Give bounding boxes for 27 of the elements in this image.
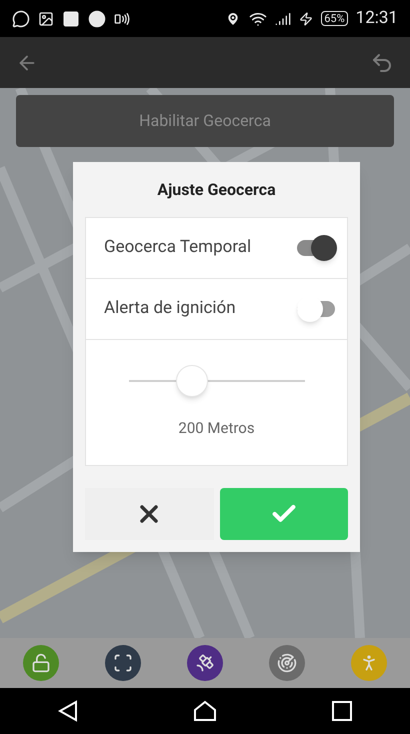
- recents-nav-icon[interactable]: [332, 701, 352, 721]
- clock: 12:31: [356, 6, 398, 30]
- home-nav-icon[interactable]: [192, 700, 217, 722]
- unlock-icon[interactable]: [23, 645, 59, 681]
- phone-icon: [114, 10, 130, 26]
- focus-frame-icon[interactable]: [105, 645, 141, 681]
- radius-slider[interactable]: [128, 365, 304, 398]
- back-nav-icon[interactable]: [58, 700, 78, 722]
- image-icon: [38, 10, 54, 26]
- radar-icon[interactable]: [269, 645, 305, 681]
- toggle-switch[interactable]: [297, 235, 337, 261]
- circle-icon: [88, 10, 106, 28]
- person-icon[interactable]: [351, 645, 387, 681]
- toggle-label: Alerta de ignición: [104, 297, 236, 320]
- slider-thumb[interactable]: [176, 365, 208, 398]
- chat-icon: [12, 10, 30, 28]
- battery-level: 65%: [321, 10, 348, 26]
- dialog-title: Ajuste Geocerca: [156, 178, 277, 200]
- enable-geofence-button[interactable]: Habilitar Geocerca: [16, 95, 394, 147]
- square-icon: [62, 10, 80, 28]
- satellite-icon[interactable]: [187, 645, 223, 681]
- radius-reading: 200 Metros: [178, 418, 255, 440]
- toggle-switch[interactable]: [297, 296, 337, 322]
- cancel-button[interactable]: [85, 488, 214, 540]
- signal-icon: [275, 10, 292, 26]
- charging-icon: [299, 12, 314, 26]
- toggle-label: Geocerca Temporal: [104, 236, 252, 260]
